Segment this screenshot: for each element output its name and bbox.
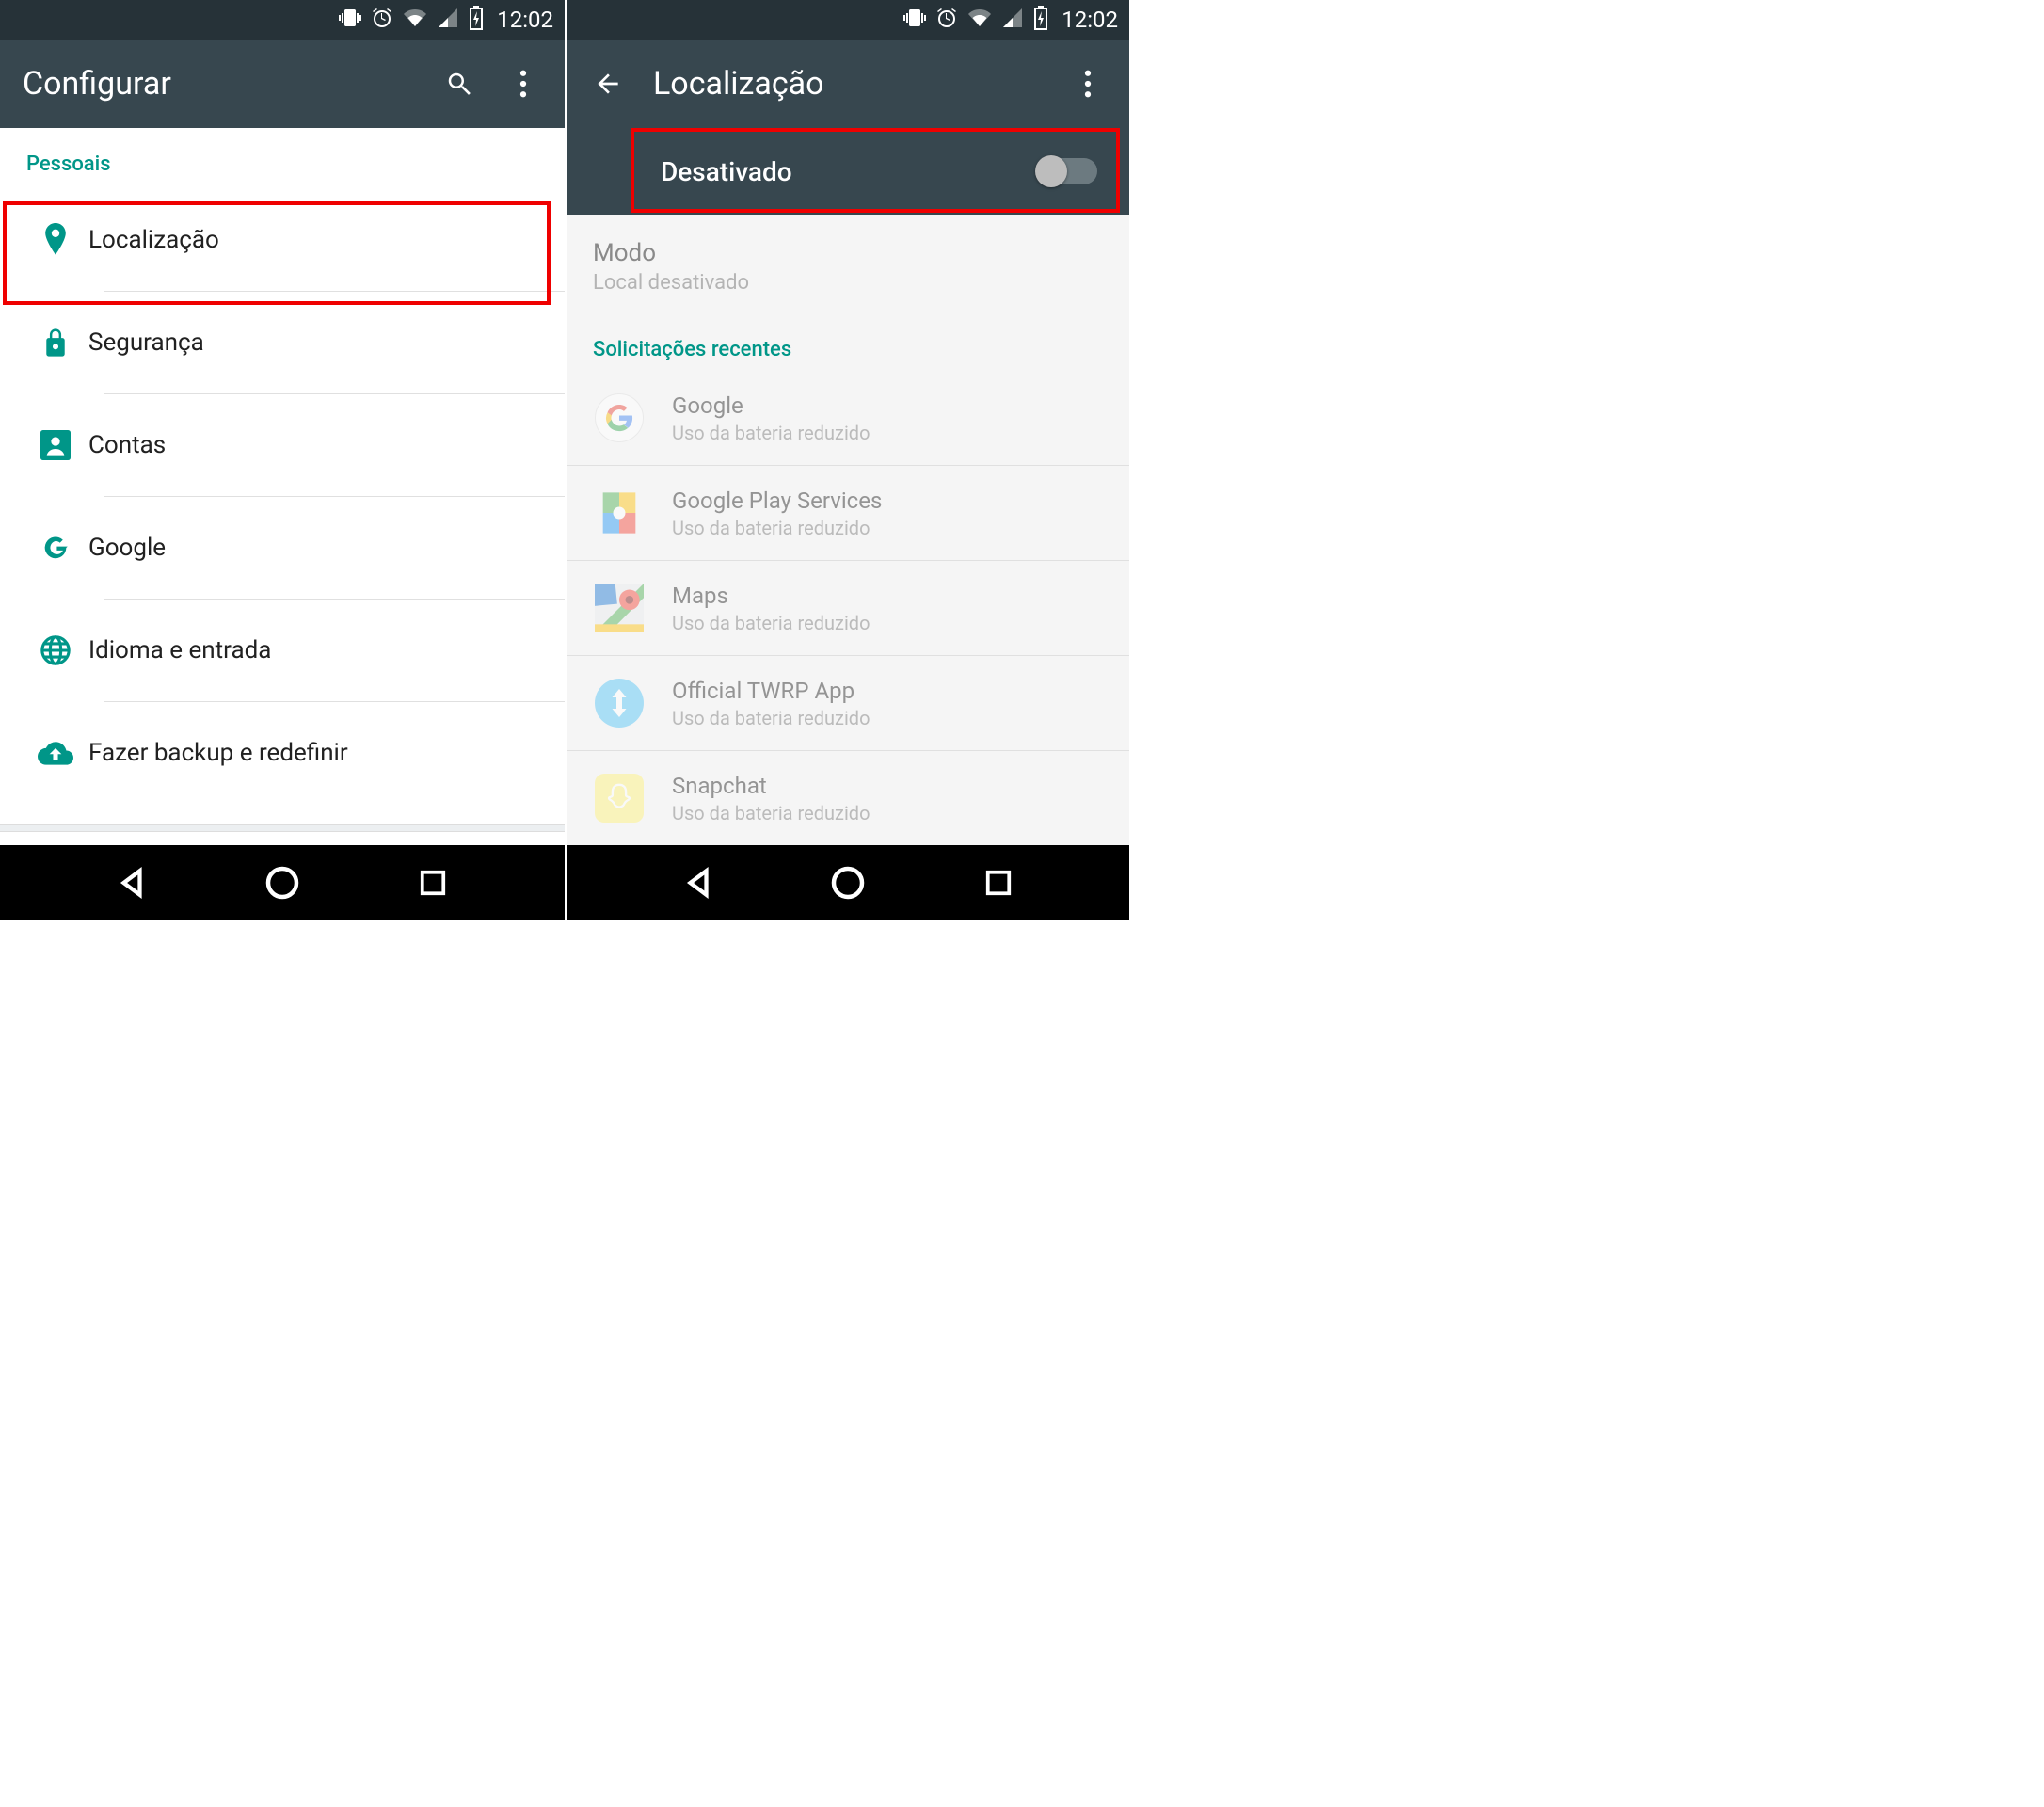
- location-toggle-panel: Desativado: [567, 128, 1129, 215]
- back-button[interactable]: [679, 864, 717, 902]
- maps-icon: [593, 582, 646, 634]
- recent-app-maps: Maps Uso da bateria reduzido: [567, 561, 1129, 655]
- list-item-seguranca[interactable]: Segurança: [0, 292, 565, 393]
- lock-icon: [23, 327, 88, 359]
- home-circle-icon: [831, 866, 865, 900]
- list-item-idioma[interactable]: Idioma e entrada: [0, 600, 565, 701]
- list-item-contas[interactable]: Contas: [0, 394, 565, 496]
- more-vert-icon: [1084, 70, 1092, 98]
- alarm-icon: [935, 7, 958, 33]
- app-bar: Configurar: [0, 40, 565, 128]
- status-bar: 12:02: [567, 0, 1129, 40]
- more-vert-icon: [519, 70, 527, 98]
- twrp-icon: [593, 677, 646, 729]
- back-triangle-icon: [116, 867, 148, 899]
- app-sub: Uso da bateria reduzido: [672, 802, 870, 824]
- signal-icon: [437, 7, 459, 33]
- app-sub: Uso da bateria reduzido: [672, 422, 870, 444]
- page-title: Configurar: [23, 65, 414, 103]
- app-name: Maps: [672, 583, 870, 609]
- signal-icon: [1001, 7, 1024, 33]
- back-triangle-icon: [682, 867, 714, 899]
- location-content: Modo Local desativado Solicitações recen…: [567, 215, 1129, 845]
- app-name: Snapchat: [672, 773, 870, 799]
- mode-block: Modo Local desativado: [567, 215, 1129, 319]
- recent-app-google: Google Uso da bateria reduzido: [567, 371, 1129, 465]
- battery-charging-icon: [1033, 6, 1048, 34]
- alarm-icon: [371, 7, 393, 33]
- home-circle-icon: [265, 866, 299, 900]
- phone-right: 12:02 Localização Desativado Modo Local …: [565, 0, 1129, 920]
- home-button[interactable]: [829, 864, 867, 902]
- search-button[interactable]: [440, 65, 478, 103]
- app-name: Official TWRP App: [672, 678, 870, 704]
- list-item-label: Fazer backup e redefinir: [88, 739, 348, 767]
- recents-square-icon: [419, 869, 447, 897]
- recent-app-play-services: Google Play Services Uso da bateria redu…: [567, 466, 1129, 560]
- globe-icon: [23, 634, 88, 666]
- mode-subtitle: Local desativado: [593, 271, 1103, 295]
- wifi-icon: [403, 7, 427, 33]
- recents-button[interactable]: [414, 864, 452, 902]
- toggle-label: Desativado: [661, 156, 1039, 187]
- list-item-label: Idioma e entrada: [88, 636, 271, 664]
- account-icon: [23, 430, 88, 460]
- back-button[interactable]: [113, 864, 151, 902]
- app-name: Google Play Services: [672, 488, 882, 514]
- location-icon: [23, 223, 88, 257]
- list-item-label: Localização: [88, 226, 219, 254]
- system-nav-bar: [567, 845, 1129, 920]
- page-title: Localização: [653, 65, 1043, 103]
- section-separator: [0, 824, 565, 832]
- vibrate-icon: [903, 7, 926, 33]
- mode-title: Modo: [593, 239, 1103, 267]
- phone-left: 12:02 Configurar Pessoais Localização Se…: [0, 0, 565, 920]
- list-item-backup[interactable]: Fazer backup e redefinir: [0, 702, 565, 804]
- recents-square-icon: [984, 869, 1013, 897]
- home-button[interactable]: [263, 864, 301, 902]
- status-time: 12:02: [1062, 7, 1118, 33]
- snapchat-icon: [593, 772, 646, 824]
- play-services-icon: [593, 487, 646, 539]
- location-switch[interactable]: [1039, 158, 1097, 184]
- recent-app-snapchat: Snapchat Uso da bateria reduzido: [567, 751, 1129, 845]
- list-item-google[interactable]: Google: [0, 497, 565, 599]
- system-nav-bar: [0, 845, 565, 920]
- app-name: Google: [672, 392, 870, 419]
- back-arrow-button[interactable]: [589, 65, 627, 103]
- status-time: 12:02: [497, 7, 553, 33]
- battery-charging-icon: [469, 6, 484, 34]
- recent-requests-header: Solicitações recentes: [567, 319, 1129, 371]
- list-item-label: Segurança: [88, 328, 204, 357]
- switch-knob: [1035, 155, 1067, 187]
- list-item-label: Google: [88, 534, 166, 562]
- settings-list: Pessoais Localização Segurança Contas: [0, 128, 565, 824]
- status-bar: 12:02: [0, 0, 565, 40]
- search-icon: [445, 70, 473, 98]
- list-item-label: Contas: [88, 431, 166, 459]
- backup-icon: [23, 740, 88, 766]
- list-item-localizacao[interactable]: Localização: [0, 189, 565, 291]
- app-sub: Uso da bateria reduzido: [672, 707, 870, 729]
- overflow-menu-button[interactable]: [1069, 65, 1107, 103]
- section-header-pessoais: Pessoais: [0, 128, 565, 189]
- google-app-icon: [593, 392, 646, 444]
- app-bar: Localização: [567, 40, 1129, 128]
- arrow-back-icon: [593, 69, 623, 99]
- app-sub: Uso da bateria reduzido: [672, 612, 870, 634]
- google-icon: [23, 532, 88, 564]
- app-sub: Uso da bateria reduzido: [672, 517, 882, 539]
- recent-app-twrp: Official TWRP App Uso da bateria reduzid…: [567, 656, 1129, 750]
- overflow-menu-button[interactable]: [504, 65, 542, 103]
- vibrate-icon: [339, 7, 361, 33]
- wifi-icon: [967, 7, 992, 33]
- recents-button[interactable]: [980, 864, 1017, 902]
